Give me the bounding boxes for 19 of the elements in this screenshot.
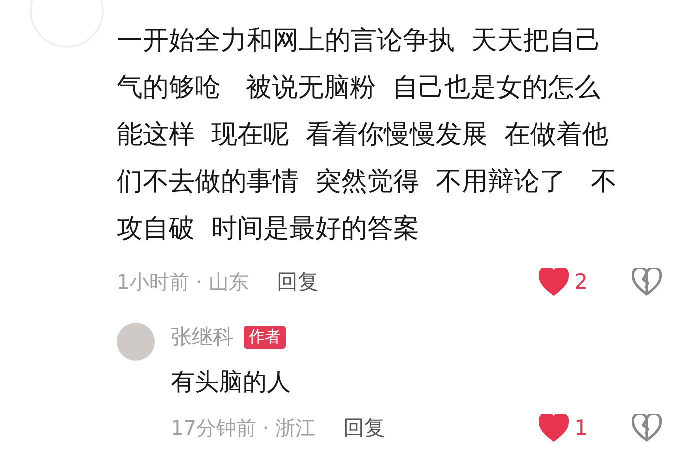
reply-button[interactable]: 回复 (344, 414, 386, 442)
reply-text: 有头脑的人 (171, 367, 292, 398)
comment-text-line: 能这样 现在呢 看着你慢慢发展 在做着他 (117, 119, 610, 152)
comment-text-line: 们不去做的事情 突然觉得 不用辩论了 不 (117, 166, 618, 199)
comment-time-location: 17分钟前 · 浙江 (171, 414, 316, 442)
dislike-button[interactable] (632, 268, 662, 296)
author-name: 张继科 (171, 324, 234, 351)
comment-text-line: 攻自破 时间是最好的答案 (117, 213, 421, 246)
dislike-button[interactable] (632, 414, 662, 442)
like-button[interactable] (538, 414, 569, 442)
like-button[interactable] (538, 268, 569, 296)
author-badge: 作者 (244, 326, 286, 348)
comment-text-line: 气的够呛 被说无脑粉 自己也是女的怎么 (117, 72, 602, 105)
comment-text-line: 一开始全力和网上的言论争执 天天把自己 (117, 25, 603, 58)
reply-button[interactable]: 回复 (276, 268, 319, 296)
like-count: 2 (574, 270, 588, 294)
avatar (117, 323, 155, 361)
comment-time-location: 1小时前 · 山东 (117, 268, 249, 296)
like-count: 1 (574, 416, 588, 440)
